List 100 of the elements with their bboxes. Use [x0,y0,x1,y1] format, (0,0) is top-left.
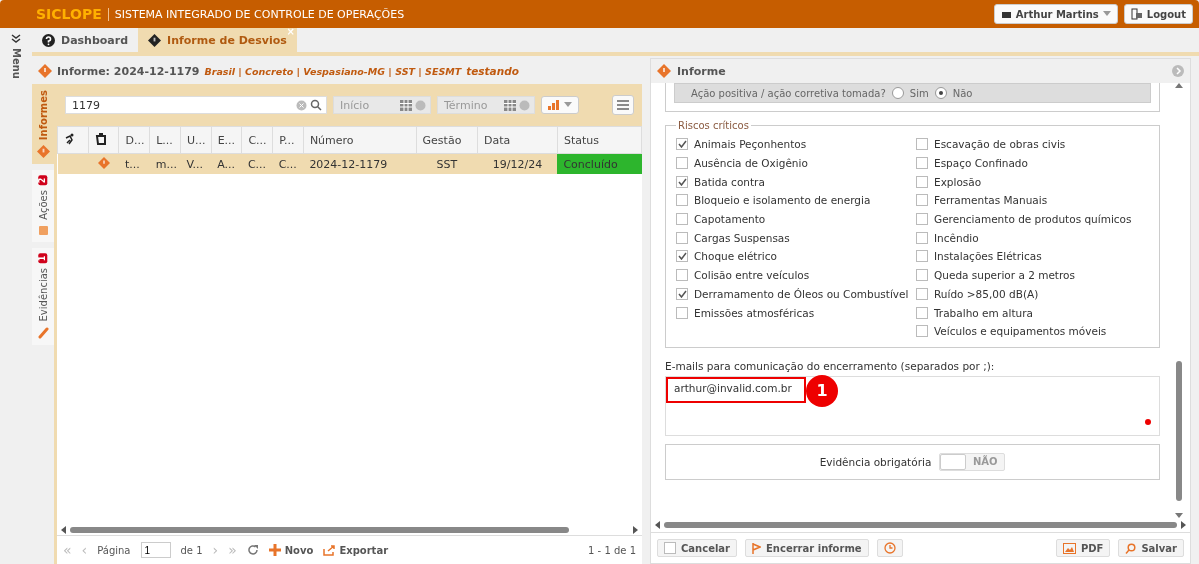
chevron-right-icon[interactable] [1172,65,1184,77]
menu-icon [617,100,629,110]
table-cell: SST [416,153,478,174]
checkbox-label: Capotamento [694,213,766,226]
checkbox[interactable] [676,269,688,282]
column-header[interactable]: U... [180,126,212,154]
running-person-icon [64,132,76,145]
table-cell: V... [180,153,212,174]
clear-icon[interactable] [519,99,530,111]
checkbox[interactable] [916,231,928,244]
checkbox-label: Ferramentas Manuais [934,194,1048,207]
checkbox-label: Bloqueio e isolamento de energia [694,194,871,207]
search-input[interactable]: 1179 [70,97,293,113]
checkbox[interactable] [916,213,928,226]
history-button[interactable] [876,539,903,557]
export-button[interactable]: Exportar [323,544,389,556]
clear-icon[interactable] [415,99,426,111]
side-tab[interactable]: 1 Evidências [32,247,54,346]
column-header[interactable] [88,126,119,154]
user-menu-button[interactable]: Arthur Martins [993,4,1118,24]
scroll-left-icon[interactable] [61,526,66,534]
new-button[interactable]: Novo [268,544,314,556]
checkbox[interactable] [676,250,688,263]
scrollbar-thumb[interactable] [664,522,1177,528]
calendar-icon[interactable] [504,99,516,111]
double-chevron-icon[interactable] [11,34,21,44]
close-report-button[interactable]: Encerrar informe [745,539,869,557]
page-input[interactable]: 1 [140,542,171,558]
cancel-button[interactable]: Cancelar [657,539,738,557]
scroll-right-icon[interactable] [1181,521,1186,529]
scroll-down-icon[interactable] [1175,513,1183,518]
tab[interactable]: Informe de Desvios × [138,28,297,52]
menu-label[interactable]: Menu [10,48,22,79]
column-header[interactable]: Número [303,126,417,154]
calendar-icon[interactable] [400,99,412,111]
search-icon[interactable] [310,99,322,111]
refresh-icon[interactable] [246,544,259,556]
search-field[interactable]: 1179 [65,96,327,114]
start-date-field[interactable]: Início [333,96,431,114]
hand-icon [94,132,107,145]
checkbox-label: Espaço Confinado [934,157,1028,170]
checkbox[interactable] [676,231,688,244]
checkbox[interactable] [676,306,688,319]
scrollbar-thumb[interactable] [70,527,569,533]
diamond-icon [148,33,162,47]
scroll-right-icon[interactable] [633,526,638,534]
record-range: 1 - 1 de 1 [588,544,636,556]
checkbox-label: Choque elétrico [694,250,777,263]
report-name: testando [466,65,519,77]
checkbox[interactable] [916,250,928,263]
column-header[interactable]: P... [272,126,304,154]
plus-icon [268,544,281,556]
table-cell: 2024-12-1179 [303,153,417,174]
emails-field[interactable]: arthur@invalid.com.br 1 [665,375,1160,436]
radio-button[interactable] [891,87,904,99]
column-header[interactable]: Gestão [416,126,478,154]
save-button[interactable]: Salvar [1118,539,1184,557]
end-date-input[interactable]: Término [442,97,501,113]
scrollbar-thumb[interactable] [1176,361,1182,501]
logout-button[interactable]: Logout [1123,4,1193,24]
checkbox[interactable] [676,213,688,226]
checkbox[interactable] [916,269,928,282]
checkbox[interactable] [676,287,688,300]
checkbox[interactable] [916,175,928,188]
checkbox-label: Incêndio [934,231,979,244]
column-header[interactable] [57,126,89,154]
checkbox-label: Animais Peçonhentos [694,138,807,151]
pdf-button[interactable]: PDF [1055,539,1111,557]
menu-button[interactable] [612,95,634,115]
checkbox-label: Derramamento de Óleos ou Combustível [694,287,909,300]
column-header[interactable]: D... [118,126,150,154]
column-header[interactable]: L... [149,126,181,154]
chart-dropdown-button[interactable] [541,96,579,114]
checkbox-label: Emissões atmosféricas [694,306,815,319]
start-date-input[interactable]: Início [338,97,397,113]
scroll-left-icon[interactable] [655,521,660,529]
checkbox[interactable] [676,157,688,170]
checkbox[interactable] [676,194,688,207]
diamond-icon [97,156,110,169]
checkbox[interactable] [916,287,928,300]
page-label: Página [97,544,131,556]
checkbox[interactable] [916,194,928,207]
help-icon [42,33,55,47]
checkbox[interactable] [676,175,688,188]
checkbox[interactable] [916,325,928,338]
search-icon [1125,542,1137,554]
checkbox-label: Escavação de obras civis [934,138,1066,151]
checkbox[interactable] [916,157,928,170]
checkbox[interactable] [676,138,688,151]
column-header[interactable]: C... [241,126,273,154]
checkbox[interactable] [916,138,928,151]
end-date-field[interactable]: Término [437,96,535,114]
radio-button[interactable] [934,87,947,99]
column-header[interactable]: Status [557,126,642,154]
side-tab[interactable]: 2 Ações [32,170,54,242]
section-legend: Riscos críticos [676,120,751,131]
column-header[interactable]: E... [211,126,242,154]
count-badge: 2 [38,175,48,186]
column-header[interactable]: Data [477,126,558,154]
checkbox[interactable] [916,306,928,319]
